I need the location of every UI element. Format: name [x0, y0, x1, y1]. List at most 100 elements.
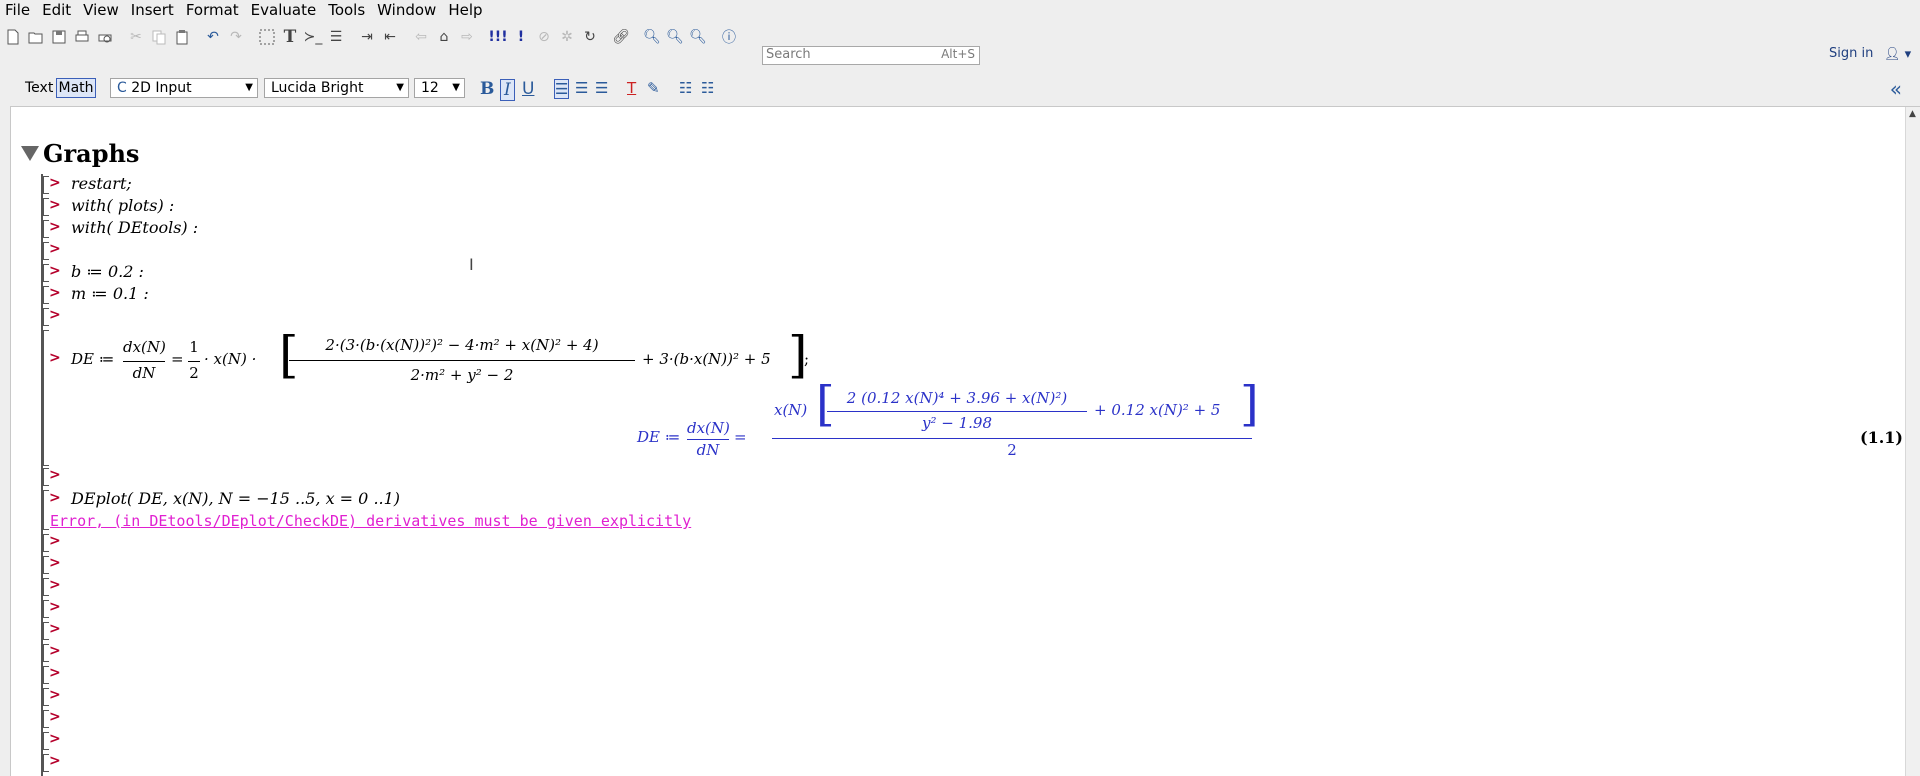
prompt-marker: >	[49, 533, 61, 549]
menu-format[interactable]: Format	[180, 1, 245, 19]
underline-button[interactable]: U	[522, 79, 534, 99]
undo-icon[interactable]: ↶	[204, 28, 222, 46]
align-right-icon[interactable]: ☰	[595, 79, 608, 97]
open-folder-icon[interactable]	[27, 28, 45, 46]
de-output-dn: dN	[696, 441, 720, 459]
prompt-marker: >	[49, 350, 61, 366]
stop-icon[interactable]: ⊘	[535, 28, 553, 46]
debug-icon[interactable]: ✲	[558, 28, 576, 46]
half-denominator: 2	[189, 364, 199, 382]
menu-evaluate[interactable]: Evaluate	[245, 1, 323, 19]
numbered-list-icon[interactable]: ☷	[701, 79, 714, 97]
menu-file[interactable]: File	[0, 1, 36, 19]
de-exec-group-bracket	[42, 330, 49, 466]
prompt-marker: >	[49, 753, 61, 769]
prompt-marker: >	[49, 555, 61, 571]
menu-tools[interactable]: Tools	[322, 1, 371, 19]
math-mode-button[interactable]: Math	[56, 78, 96, 98]
deplot-exec-group-bracket	[42, 490, 49, 530]
prompt-marker: >	[49, 577, 61, 593]
menu-insert[interactable]: Insert	[125, 1, 180, 19]
insert-math-icon[interactable]	[258, 28, 276, 46]
left-gutter	[0, 72, 11, 776]
indent-icon[interactable]: ⇥	[358, 28, 376, 46]
prompt-marker: >	[49, 219, 61, 235]
format-toolbar: Text Math C 2D Input ▼ Lucida Bright ▼ 1…	[10, 72, 1920, 107]
print-preview-icon[interactable]	[96, 28, 114, 46]
font-value: Lucida Bright	[271, 80, 364, 96]
prompt-marker: >	[49, 263, 61, 279]
font-size-select[interactable]: 12 ▼	[414, 78, 465, 98]
insert-paragraph-icon[interactable]: ☰	[327, 28, 345, 46]
prompt-marker: >	[49, 709, 61, 725]
restart-icon[interactable]: ↻	[581, 28, 599, 46]
input-mode-select[interactable]: C 2D Input ▼	[110, 78, 258, 98]
cut-icon[interactable]: ✂	[127, 28, 145, 46]
prompt-marker: >	[49, 241, 61, 257]
prompt-marker: >	[49, 197, 61, 213]
main-toolbar: ✂ ↶ ↷ T ≻_ ☰ ⇥ ⇤ ⇦ ⌂ ⇨ !!! ! ⊘ ✲ ↻ 🔗︎ 🔍︎…	[0, 19, 1920, 73]
copy-icon[interactable]	[150, 28, 168, 46]
de-output-math: DE ≔ dx(N) dN = x(N) [ 2 (0.12 x(N)⁴ + 3…	[637, 380, 1259, 464]
align-center-icon[interactable]: ☰	[575, 79, 588, 97]
sign-in-link[interactable]: Sign in	[1829, 46, 1873, 61]
home-icon[interactable]: ⌂	[435, 28, 453, 46]
bracket-denominator: 2·m² + y² − 2	[410, 366, 514, 384]
section-collapse-icon[interactable]	[21, 146, 39, 161]
search-field[interactable]: Search Alt+S	[762, 46, 980, 65]
text-mode-button[interactable]: Text	[25, 80, 53, 96]
section-title: Graphs	[43, 139, 140, 168]
prompt-marker: >	[49, 490, 61, 506]
highlight-icon[interactable]: ✎	[647, 79, 660, 97]
help-icon[interactable]: ⓘ	[720, 28, 738, 46]
outdent-icon[interactable]: ⇤	[381, 28, 399, 46]
prompt-marker: >	[49, 599, 61, 615]
de-input-dn: dN	[132, 364, 156, 382]
scroll-up-icon[interactable]: ▲	[1909, 109, 1916, 119]
toolbar-icons: ✂ ↶ ↷ T ≻_ ☰ ⇥ ⇤ ⇦ ⌂ ⇨ !!! ! ⊘ ✲ ↻ 🔗︎ 🔍︎…	[4, 26, 743, 48]
zoom-in-icon[interactable]: 🔍︎	[643, 28, 661, 46]
command-input[interactable]: b ≔ 0.2 :	[71, 262, 144, 281]
font-select[interactable]: Lucida Bright ▼	[264, 78, 409, 98]
insert-text-icon[interactable]: T	[281, 27, 299, 47]
command-input[interactable]: with( DEtools) :	[71, 218, 198, 237]
de-input-math[interactable]: DE ≔ dx(N) dN = 1 2 · x(N) · [ 2·(3·(b·(…	[71, 330, 816, 392]
command-input[interactable]: restart;	[71, 174, 132, 193]
insert-prompt-icon[interactable]: ≻_	[304, 28, 323, 46]
link-icon[interactable]: 🔗︎	[612, 28, 630, 46]
paste-icon[interactable]	[173, 28, 191, 46]
user-icon[interactable]: 👤︎ ▾	[1884, 47, 1911, 62]
print-icon[interactable]	[73, 28, 91, 46]
new-document-icon[interactable]	[4, 28, 22, 46]
save-icon[interactable]	[50, 28, 68, 46]
search-placeholder: Search	[766, 47, 811, 62]
execute-all-icon[interactable]: !!!	[488, 28, 507, 46]
back-icon[interactable]: ⇦	[412, 28, 430, 46]
forward-icon[interactable]: ⇨	[458, 28, 476, 46]
search-shortcut: Alt+S	[941, 47, 975, 61]
zoom-out-icon[interactable]: 🔍︎	[666, 28, 684, 46]
align-left-icon[interactable]: ☰	[554, 79, 570, 99]
text-color-icon[interactable]: T	[627, 79, 636, 97]
bullet-list-icon[interactable]: ☷	[679, 79, 692, 97]
de-input-eq: =	[171, 350, 184, 368]
vertical-scrollbar[interactable]: ▲	[1905, 107, 1920, 776]
de-input-lhs: DE ≔	[71, 350, 115, 368]
menu-edit[interactable]: Edit	[36, 1, 77, 19]
menu-help[interactable]: Help	[442, 1, 488, 19]
output-denominator: 2	[1007, 441, 1017, 459]
menu-window[interactable]: Window	[371, 1, 442, 19]
execute-icon[interactable]: !	[512, 28, 530, 46]
equation-label[interactable]: (1.1)	[1860, 428, 1903, 447]
redo-icon[interactable]: ↷	[227, 28, 245, 46]
menu-view[interactable]: View	[77, 1, 125, 19]
deplot-command[interactable]: DEplot( DE, x(N), N = −15 ..5, x = 0 ..1…	[71, 489, 400, 508]
prompt-marker: >	[49, 665, 61, 681]
command-input[interactable]: with( plots) :	[71, 196, 174, 215]
zoom-reset-icon[interactable]: 🔍︎	[689, 28, 707, 46]
italic-button[interactable]: I	[500, 79, 515, 101]
command-input[interactable]: m ≔ 0.1 :	[71, 284, 149, 303]
collapse-palette-icon[interactable]: «	[1890, 77, 1902, 101]
bold-button[interactable]: B	[480, 79, 494, 99]
prompt-marker: >	[49, 285, 61, 301]
